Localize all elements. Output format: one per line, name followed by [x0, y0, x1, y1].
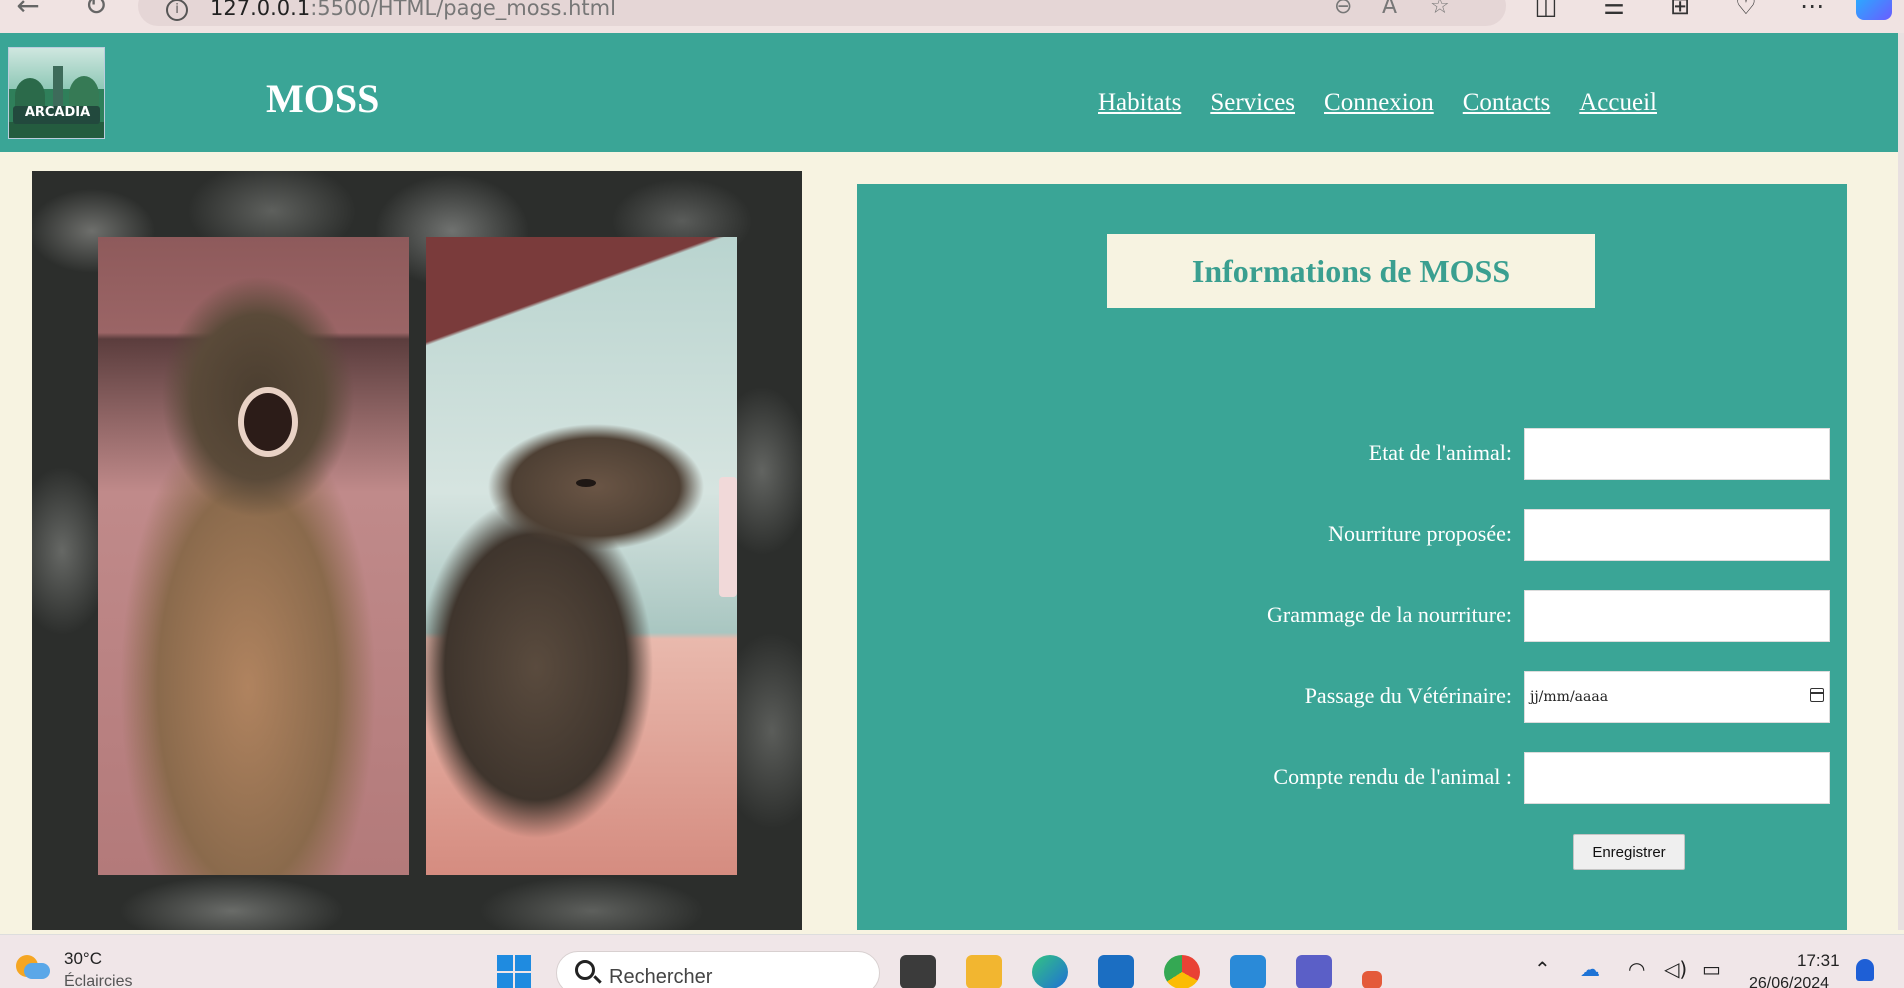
url-text[interactable]: 127.0.0.1:5500/HTML/page_moss.html	[210, 0, 616, 20]
logo-tower	[53, 66, 63, 106]
nav-link-services[interactable]: Services	[1210, 89, 1295, 117]
nav-link-connexion[interactable]: Connexion	[1324, 89, 1434, 117]
app-icon[interactable]	[1362, 971, 1382, 988]
nav-link-contacts[interactable]: Contacts	[1463, 89, 1551, 117]
page-scrollbar[interactable]	[1898, 33, 1904, 930]
battery-icon[interactable]: ▭	[1702, 957, 1721, 981]
calendar-icon[interactable]	[1810, 688, 1824, 702]
edge-icon[interactable]	[1032, 955, 1068, 988]
start-tile	[497, 955, 513, 971]
nourriture-input[interactable]	[1524, 509, 1830, 561]
form-row-veterinaire: Passage du Vétérinaire: jj/mm/aaaa	[857, 671, 1837, 723]
logo-text: ARCADIA	[24, 105, 91, 120]
file-explorer-icon[interactable]	[966, 955, 1002, 988]
veterinaire-label: Passage du Vétérinaire:	[1304, 683, 1512, 708]
browser-essentials-icon[interactable]: ♡	[1728, 0, 1764, 20]
chevron-up-icon[interactable]: ⌃	[1534, 957, 1551, 981]
chrome-icon[interactable]	[1164, 955, 1200, 988]
address-bar[interactable]: i 127.0.0.1:5500/HTML/page_moss.html ⊖ A…	[138, 0, 1506, 26]
etat-input[interactable]	[1524, 428, 1830, 480]
volume-icon[interactable]: ◁)	[1664, 957, 1687, 981]
url-host: 127.0.0.1	[210, 0, 311, 20]
form-row-grammage: Grammage de la nourriture:	[857, 590, 1837, 642]
copilot-icon[interactable]	[1856, 0, 1892, 20]
wifi-icon[interactable]: ◠	[1628, 957, 1645, 981]
site-header: ARCADIA MOSS Habitats Services Connexion…	[0, 33, 1904, 152]
info-icon[interactable]: i	[166, 0, 188, 21]
start-tile	[515, 955, 531, 971]
back-arrow-icon[interactable]: ←	[10, 0, 46, 24]
vscode-icon[interactable]	[1230, 955, 1266, 988]
taskbar-search[interactable]: Rechercher	[556, 951, 880, 988]
search-icon	[575, 960, 595, 980]
weather-description[interactable]: Éclaircies	[64, 973, 132, 988]
url-path: :5500/HTML/page_moss.html	[310, 0, 616, 20]
clock-date[interactable]: 26/06/2024	[1749, 975, 1829, 988]
sea-lion-mouth	[238, 387, 298, 457]
store-icon[interactable]	[1098, 955, 1134, 988]
search-placeholder: Rechercher	[609, 966, 713, 988]
weather-cloud	[24, 963, 50, 979]
start-tile	[515, 973, 531, 988]
nav-link-habitats[interactable]: Habitats	[1098, 89, 1181, 117]
page-title: MOSS	[266, 76, 380, 121]
more-icon[interactable]: ⋯	[1794, 0, 1830, 20]
grammage-label: Grammage de la nourriture:	[1267, 602, 1512, 627]
grammage-input[interactable]	[1524, 590, 1830, 642]
zoom-out-icon[interactable]: ⊖	[1334, 0, 1352, 19]
weather-temperature[interactable]: 30°C	[64, 949, 102, 969]
nav-link-accueil[interactable]: Accueil	[1579, 89, 1657, 117]
sea-lion-photo-profile	[426, 237, 737, 875]
reload-icon[interactable]: ↻	[78, 0, 114, 24]
animal-info-form: Informations de MOSS Etat de l'animal: N…	[857, 184, 1847, 930]
form-title: Informations de MOSS	[1191, 252, 1511, 289]
start-tile	[497, 973, 513, 988]
main-nav: Habitats Services Connexion Contacts Acc…	[1098, 89, 1657, 117]
animal-photo-panel	[32, 171, 802, 930]
sea-lion-eye	[576, 479, 596, 487]
favorite-star-icon[interactable]: ☆	[1430, 0, 1450, 19]
clock-time[interactable]: 17:31	[1797, 951, 1840, 971]
onedrive-icon[interactable]: ☁	[1580, 957, 1600, 981]
collections-icon[interactable]: ⊞	[1662, 0, 1698, 20]
etat-label: Etat de l'animal:	[1368, 440, 1512, 465]
split-screen-icon[interactable]: ◫	[1528, 0, 1564, 20]
compte-rendu-label: Compte rendu de l'animal :	[1273, 764, 1512, 789]
veterinaire-date-input[interactable]: jj/mm/aaaa	[1524, 671, 1830, 723]
favorites-icon[interactable]: ☰	[1596, 0, 1632, 20]
save-button[interactable]: Enregistrer	[1573, 834, 1685, 870]
logo-ground	[9, 122, 104, 138]
teams-icon[interactable]	[1296, 955, 1332, 988]
os-taskbar: 30°C Éclaircies Rechercher ⌃ ☁ ◠ ◁) ▭ 17…	[0, 934, 1904, 988]
date-placeholder: jj/mm/aaaa	[1530, 689, 1609, 705]
notification-bell-icon[interactable]	[1856, 959, 1874, 981]
task-view-icon[interactable]	[900, 955, 936, 988]
sea-lion-photo-yawning	[98, 237, 409, 875]
form-row-etat: Etat de l'animal:	[857, 428, 1837, 480]
read-aloud-icon[interactable]: A	[1382, 0, 1397, 19]
boat-rail	[719, 477, 737, 597]
form-row-nourriture: Nourriture proposée:	[857, 509, 1837, 561]
form-row-compte-rendu: Compte rendu de l'animal :	[857, 752, 1837, 804]
form-title-box: Informations de MOSS	[1107, 234, 1595, 308]
nourriture-label: Nourriture proposée:	[1328, 521, 1512, 546]
arcadia-logo[interactable]: ARCADIA	[8, 47, 105, 139]
weather-icon[interactable]	[16, 951, 50, 983]
browser-toolbar: ← ↻ i 127.0.0.1:5500/HTML/page_moss.html…	[0, 0, 1904, 33]
compte-rendu-input[interactable]	[1524, 752, 1830, 804]
windows-start-icon[interactable]	[497, 955, 531, 988]
